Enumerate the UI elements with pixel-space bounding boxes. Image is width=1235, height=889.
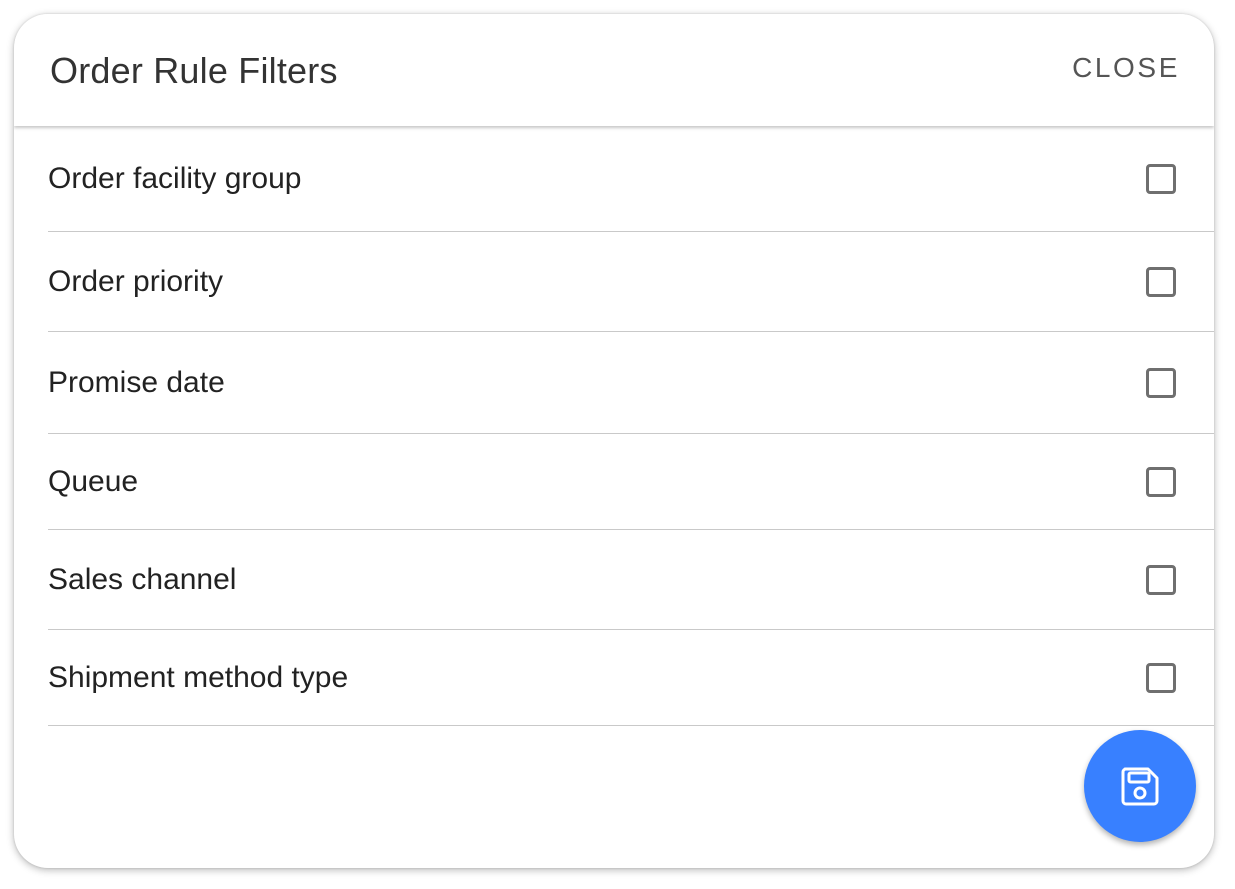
filter-item-label: Promise date xyxy=(48,365,225,399)
filter-checkbox[interactable] xyxy=(1146,163,1176,194)
filter-checkbox[interactable] xyxy=(1146,564,1176,595)
filter-item-label: Order facility group xyxy=(48,161,302,195)
order-rule-filters-modal: Order Rule Filters CLOSE Order facility … xyxy=(14,14,1214,868)
filter-checkbox[interactable] xyxy=(1146,662,1176,693)
close-button[interactable]: CLOSE xyxy=(1072,50,1180,86)
filter-checkbox[interactable] xyxy=(1146,266,1176,297)
save-button[interactable] xyxy=(1084,730,1196,842)
modal-title: Order Rule Filters xyxy=(50,50,338,91)
filter-item-label: Shipment method type xyxy=(48,660,349,694)
filter-item-sales-channel[interactable]: Sales channel xyxy=(48,530,1214,630)
filter-checkbox[interactable] xyxy=(1146,466,1176,497)
filter-list: Order facility group Order priority Prom… xyxy=(48,126,1214,726)
filter-item-label: Queue xyxy=(48,464,139,498)
filter-item-promise-date[interactable]: Promise date xyxy=(48,332,1214,434)
filter-item-order-facility-group[interactable]: Order facility group xyxy=(48,126,1214,232)
filter-checkbox[interactable] xyxy=(1146,367,1176,398)
modal-header: Order Rule Filters CLOSE xyxy=(14,14,1214,126)
filter-item-shipment-method-type[interactable]: Shipment method type xyxy=(48,630,1214,726)
filter-item-order-priority[interactable]: Order priority xyxy=(48,232,1214,332)
filter-item-label: Order priority xyxy=(48,264,224,298)
filter-item-queue[interactable]: Queue xyxy=(48,434,1214,530)
save-icon xyxy=(1121,767,1159,806)
filter-item-label: Sales channel xyxy=(48,562,237,596)
